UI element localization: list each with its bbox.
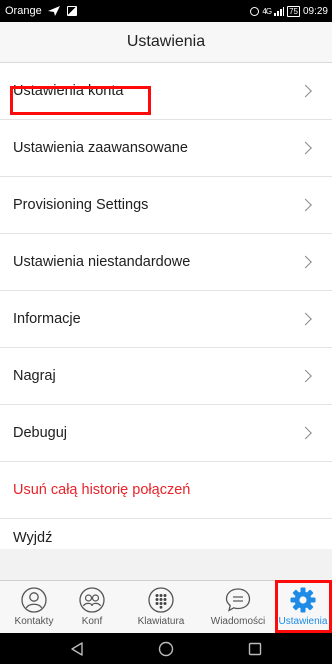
logout-button[interactable]: Wyjdź: [0, 519, 332, 549]
chevron-right-icon: [299, 255, 312, 269]
network-type: 4G: [262, 6, 272, 16]
alarm-icon: [250, 6, 260, 16]
bottom-tab-bar: Kontakty Konf Klawiatura Wiadomości Usta…: [0, 580, 332, 633]
battery-icon: 75: [287, 5, 300, 17]
settings-item-label: Informacje: [13, 311, 81, 327]
tab-label: Wiadomości: [210, 616, 266, 627]
settings-item-label: Nagraj: [13, 368, 56, 384]
settings-item-info[interactable]: Informacje: [0, 291, 332, 348]
system-nav-bar: [0, 633, 332, 664]
settings-screen: Orange 4G 75 09:29 Ustawienia Ustawienia…: [0, 0, 332, 664]
settings-list: Ustawienia konta Ustawienia zaawansowane…: [0, 63, 332, 549]
tab-contacts[interactable]: Kontakty: [0, 581, 68, 633]
back-icon[interactable]: [68, 640, 86, 658]
chevron-right-icon: [299, 198, 312, 212]
message-icon: [224, 586, 252, 614]
conference-icon: [78, 586, 106, 614]
carrier-name: Orange: [5, 5, 42, 17]
tab-label: Ustawienia: [278, 616, 328, 627]
settings-item-label: Ustawienia konta: [13, 83, 124, 99]
tab-conference[interactable]: Konf: [66, 581, 118, 633]
clear-history-label: Usuń całą historię połączeń: [13, 482, 191, 498]
logout-label: Wyjdź: [13, 530, 53, 546]
image-notification-icon: [66, 6, 77, 16]
tab-label: Klawiatura: [137, 616, 185, 627]
recent-apps-icon[interactable]: [246, 640, 264, 658]
settings-item-label: Ustawienia niestandardowe: [13, 254, 191, 270]
settings-item-advanced[interactable]: Ustawienia zaawansowane: [0, 120, 332, 177]
signal-icon: [274, 6, 285, 16]
settings-item-label: Ustawienia zaawansowane: [13, 140, 188, 156]
settings-item-label: Provisioning Settings: [13, 197, 149, 213]
chevron-right-icon: [299, 141, 312, 155]
page-title: Ustawienia: [126, 33, 206, 50]
clear-history-button[interactable]: Usuń całą historię połączeń: [0, 462, 332, 519]
home-icon[interactable]: [157, 640, 175, 658]
clock: 09:29: [302, 5, 328, 17]
settings-item-provisioning[interactable]: Provisioning Settings: [0, 177, 332, 234]
chevron-right-icon: [299, 426, 312, 440]
tab-settings[interactable]: Ustawienia: [272, 581, 332, 633]
settings-item-label: Debuguj: [13, 425, 68, 441]
tab-messages[interactable]: Wiadomości: [204, 581, 272, 633]
tab-dialpad[interactable]: Klawiatura: [118, 581, 204, 633]
status-bar: Orange 4G 75 09:29: [0, 0, 332, 22]
gear-icon: [289, 586, 317, 614]
tab-label: Kontakty: [14, 616, 54, 627]
navigation-icon: [47, 6, 60, 16]
settings-item-record[interactable]: Nagraj: [0, 348, 332, 405]
status-icons: 4G 75 09:29: [250, 5, 328, 17]
dialpad-icon: [147, 586, 175, 614]
settings-item-debug[interactable]: Debuguj: [0, 405, 332, 462]
chevron-right-icon: [299, 312, 312, 326]
settings-item-custom[interactable]: Ustawienia niestandardowe: [0, 234, 332, 291]
contact-icon: [20, 586, 48, 614]
page-title-bar: Ustawienia: [0, 22, 332, 63]
chevron-right-icon: [299, 84, 312, 98]
chevron-right-icon: [299, 369, 312, 383]
settings-item-account[interactable]: Ustawienia konta: [0, 63, 332, 120]
tab-label: Konf: [81, 616, 103, 627]
